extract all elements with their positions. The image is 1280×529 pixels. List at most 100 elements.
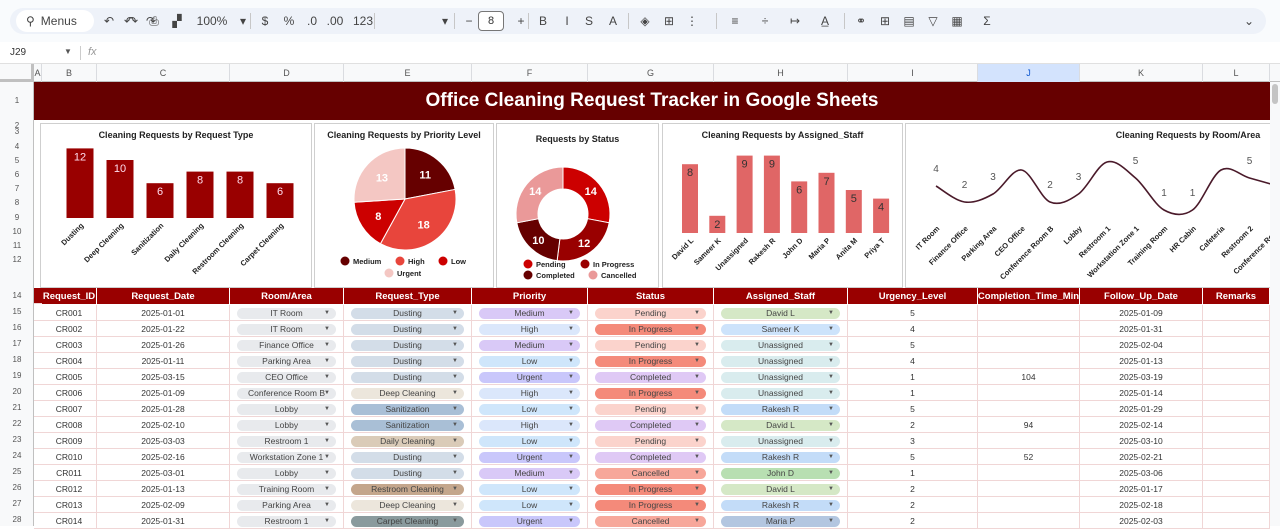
table-cell[interactable]: CR012 <box>42 481 97 497</box>
table-cell[interactable]: Cancelled ▼ <box>588 513 714 529</box>
chevron-down-icon[interactable]: ▼ <box>828 310 834 316</box>
row-number[interactable]: 25 <box>0 467 34 476</box>
chevron-down-icon[interactable]: ▼ <box>324 374 330 380</box>
row-number[interactable]: 24 <box>0 451 34 460</box>
table-cell[interactable]: Deep Cleaning ▼ <box>344 497 472 513</box>
select-all-corner[interactable] <box>0 64 34 82</box>
table-cell[interactable]: 5 <box>848 401 978 417</box>
priority-dropdown[interactable]: Low ▼ <box>479 499 580 511</box>
column-header-g[interactable]: G <box>588 64 714 82</box>
table-cell[interactable] <box>1203 417 1270 433</box>
table-cell[interactable]: 2025-01-13 <box>97 481 230 497</box>
chevron-down-icon[interactable]: ▼ <box>568 454 574 460</box>
table-cell[interactable]: High ▼ <box>472 417 588 433</box>
table-cell[interactable]: Maria P ▼ <box>714 513 848 529</box>
table-cell[interactable]: Medium ▼ <box>472 465 588 481</box>
column-header-j[interactable]: J <box>978 64 1080 82</box>
priority-dropdown[interactable]: High ▼ <box>479 323 580 335</box>
table-cell[interactable]: 2025-03-10 <box>1080 433 1203 449</box>
undo-icon[interactable]: ↶ <box>100 12 118 30</box>
chevron-down-icon[interactable]: ▼ <box>828 486 834 492</box>
table-cell[interactable]: 2025-02-18 <box>1080 497 1203 513</box>
decrease-decimal-button[interactable]: .0 <box>303 12 321 30</box>
row-number[interactable]: 23 <box>0 435 34 444</box>
staff-dropdown[interactable]: Unassigned ▼ <box>721 435 840 447</box>
request-type-dropdown[interactable]: Carpet Cleaning ▼ <box>351 515 464 527</box>
column-header[interactable]: Request_Type <box>344 288 472 304</box>
chevron-down-icon[interactable]: ▼ <box>452 390 458 396</box>
table-cell[interactable]: Urgent ▼ <box>472 513 588 529</box>
table-cell[interactable] <box>1203 369 1270 385</box>
column-header-i[interactable]: I <box>848 64 978 82</box>
chevron-down-icon[interactable]: ▼ <box>568 518 574 524</box>
functions-icon[interactable]: ▦ <box>948 12 966 30</box>
table-cell[interactable]: 2025-02-03 <box>1080 513 1203 529</box>
table-cell[interactable]: 52 <box>978 449 1080 465</box>
row-number[interactable]: 11 <box>0 241 34 250</box>
priority-dropdown[interactable]: Medium ▼ <box>479 307 580 319</box>
chevron-down-icon[interactable]: ▼ <box>452 502 458 508</box>
chevron-down-icon[interactable]: ▼ <box>694 310 700 316</box>
table-cell[interactable]: Workstation Zone 1 ▼ <box>230 449 344 465</box>
data-point[interactable] <box>935 185 938 188</box>
paint-format-icon[interactable]: ▞ <box>168 12 186 30</box>
column-header-h[interactable]: H <box>714 64 848 82</box>
chevron-down-icon[interactable]: ▼ <box>828 326 834 332</box>
align-icon[interactable]: ≡ <box>726 12 744 30</box>
chevron-down-icon[interactable]: ▼ <box>452 326 458 332</box>
room-dropdown[interactable]: Lobby ▼ <box>237 419 336 431</box>
filter-icon[interactable]: ▽ <box>924 12 942 30</box>
row-number[interactable]: 15 <box>0 307 34 316</box>
name-box-dropdown-icon[interactable]: ▼ <box>64 47 72 56</box>
request-type-dropdown[interactable]: Dusting ▼ <box>351 467 464 479</box>
sum-button[interactable]: Σ <box>978 12 996 30</box>
status-dropdown[interactable]: Completed ▼ <box>595 451 706 463</box>
room-dropdown[interactable]: Conference Room B ▼ <box>237 387 336 399</box>
table-cell[interactable]: 2025-01-14 <box>1080 385 1203 401</box>
row-number[interactable]: 1 <box>0 96 34 105</box>
table-cell[interactable]: CR014 <box>42 513 97 529</box>
series-line[interactable] <box>935 160 1273 216</box>
chevron-down-icon[interactable]: ▼ <box>568 422 574 428</box>
table-cell[interactable]: Training Room ▼ <box>230 481 344 497</box>
table-cell[interactable] <box>1203 305 1270 321</box>
table-cell[interactable]: 4 <box>848 321 978 337</box>
table-cell[interactable]: In Progress ▼ <box>588 497 714 513</box>
table-cell[interactable]: Lobby ▼ <box>230 465 344 481</box>
table-cell[interactable]: 1 <box>848 369 978 385</box>
table-cell[interactable]: High ▼ <box>472 385 588 401</box>
row-number[interactable]: 26 <box>0 483 34 492</box>
request-type-dropdown[interactable]: Dusting ▼ <box>351 307 464 319</box>
chevron-down-icon[interactable]: ▼ <box>694 502 700 508</box>
table-cell[interactable]: Pending ▼ <box>588 337 714 353</box>
table-cell[interactable]: 5 <box>848 337 978 353</box>
chevron-down-icon[interactable]: ▼ <box>324 310 330 316</box>
table-cell[interactable] <box>978 481 1080 497</box>
chevron-down-icon[interactable]: ▼ <box>324 358 330 364</box>
chevron-down-icon[interactable]: ▼ <box>452 470 458 476</box>
table-cell[interactable]: 2 <box>848 417 978 433</box>
table-cell[interactable]: 3 <box>848 433 978 449</box>
data-point[interactable] <box>992 193 995 196</box>
table-cell[interactable]: Low ▼ <box>472 401 588 417</box>
status-dropdown[interactable]: In Progress ▼ <box>595 483 706 495</box>
room-dropdown[interactable]: IT Room ▼ <box>237 307 336 319</box>
fill-color-icon[interactable]: ◈ <box>636 12 654 30</box>
priority-dropdown[interactable]: Medium ▼ <box>479 339 580 351</box>
table-cell[interactable]: Restroom 1 ▼ <box>230 513 344 529</box>
table-cell[interactable]: Restroom 1 ▼ <box>230 433 344 449</box>
chevron-down-icon[interactable]: ▼ <box>568 358 574 364</box>
data-point[interactable] <box>1163 209 1166 212</box>
column-header[interactable]: Priority <box>472 288 588 304</box>
table-cell[interactable]: David L ▼ <box>714 481 848 497</box>
table-cell[interactable]: Rakesh R ▼ <box>714 497 848 513</box>
request-type-dropdown[interactable]: Dusting ▼ <box>351 451 464 463</box>
data-point[interactable] <box>1106 161 1109 164</box>
table-cell[interactable]: Dusting ▼ <box>344 321 472 337</box>
table-cell[interactable] <box>978 337 1080 353</box>
row-number[interactable]: 22 <box>0 419 34 428</box>
chevron-down-icon[interactable]: ▼ <box>694 358 700 364</box>
table-cell[interactable]: 2025-01-01 <box>97 305 230 321</box>
request-type-dropdown[interactable]: Sanitization ▼ <box>351 403 464 415</box>
table-cell[interactable]: 2025-01-11 <box>97 353 230 369</box>
